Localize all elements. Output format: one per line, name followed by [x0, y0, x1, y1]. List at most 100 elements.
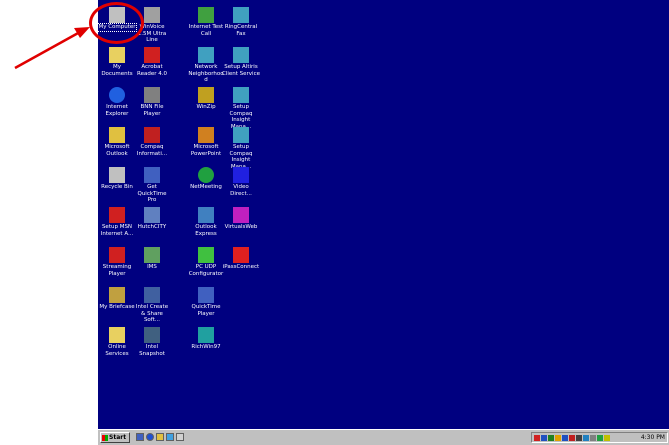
tray-icon[interactable]	[548, 434, 554, 441]
outlook-quicklaunch-icon[interactable]	[156, 433, 164, 441]
desktop-icon-label: Intel Create & Share Soft...	[135, 304, 169, 323]
desktop-icon-label: RingCentral Fax	[224, 24, 258, 37]
compaq-icon	[144, 127, 160, 143]
config-icon	[198, 247, 214, 263]
desktop-icon[interactable]: IMS	[133, 246, 171, 290]
desktop-icon[interactable]: Online Services	[98, 326, 136, 370]
player-icon	[144, 87, 160, 103]
tray-icon[interactable]	[534, 434, 540, 441]
desktop-icon-label: VirtualsWeb	[224, 224, 258, 230]
desktop-icon-label: My Documents	[101, 64, 133, 77]
recycle-bin-icon	[109, 167, 125, 183]
tray-icon[interactable]	[604, 434, 610, 441]
desktop-icon[interactable]: RingCentral Fax	[222, 6, 260, 50]
quicktime-icon	[144, 167, 160, 183]
annotation-arrow	[14, 27, 90, 70]
ipass-icon	[233, 247, 249, 263]
desktop-icon[interactable]: Get QuickTime Pro	[133, 166, 171, 210]
acrobat-icon	[144, 47, 160, 63]
hutchcity-icon	[144, 207, 160, 223]
desktop-icon[interactable]: Setup Altiris Client Service	[222, 46, 260, 90]
desktop-icon[interactable]: Video Direct...	[222, 166, 260, 210]
tray-icon[interactable]	[597, 434, 603, 441]
netmeeting-icon	[198, 167, 214, 183]
desktop-icon[interactable]: Outlook Express	[187, 206, 225, 250]
speaker-icon[interactable]	[590, 434, 596, 441]
web-icon	[233, 207, 249, 223]
desktop-icon[interactable]: Internet Test Call	[187, 6, 225, 50]
folder-icon	[109, 327, 125, 343]
desktop[interactable]: My Computer WinVoice 1.5M Ultra Line Inter…	[98, 0, 669, 429]
ims-icon	[144, 247, 160, 263]
desktop-icon-label: Setup MSN Internet A...	[100, 224, 134, 237]
quicktime-icon	[198, 287, 214, 303]
desktop-icon[interactable]: RichWin97	[187, 326, 225, 370]
desktop-icon[interactable]: QuickTime Player	[187, 286, 225, 330]
desktop-icon[interactable]: BNN File Player	[133, 86, 171, 130]
desktop-icon[interactable]: Network Neighborhood	[187, 46, 225, 90]
desktop-icon[interactable]: NetMeeting	[187, 166, 225, 210]
desktop-icon-label: Get QuickTime Pro	[137, 184, 167, 203]
start-button[interactable]: Start	[100, 432, 130, 443]
outlook-express-icon	[198, 207, 214, 223]
desktop-icon[interactable]: Setup Compaq Insight Mana...	[222, 126, 260, 170]
desktop-icon-label: Recycle Bin	[101, 184, 133, 190]
desktop-icon[interactable]: Microsoft PowerPoint	[187, 126, 225, 170]
msn-icon	[109, 207, 125, 223]
desktop-icon[interactable]: My Documents	[98, 46, 136, 90]
ultra-line-icon	[144, 7, 160, 23]
desktop-icon-label: NetMeeting	[190, 184, 222, 190]
start-label: Start	[109, 434, 127, 441]
tray-icon[interactable]	[569, 434, 575, 441]
tray-icon[interactable]	[562, 434, 568, 441]
fax-icon	[233, 7, 249, 23]
clock[interactable]: 4:30 PM	[641, 434, 665, 441]
desktop-icon[interactable]: My Briefcase	[98, 286, 136, 330]
desktop-icon-label: Acrobat Reader 4.0	[137, 64, 167, 77]
taskbar: Start 4:30 PM	[98, 429, 669, 445]
desktop-icon[interactable]: Recycle Bin	[98, 166, 136, 210]
desktop-icon[interactable]: Compaq Informati...	[133, 126, 171, 170]
network-icon	[198, 47, 214, 63]
desktop-icon-label: PC UDP Configurator	[188, 264, 224, 277]
system-tray: 4:30 PM	[531, 432, 668, 443]
show-desktop-icon[interactable]	[136, 433, 144, 441]
desktop-icon-label: iPassConnect	[222, 264, 260, 270]
desktop-icon[interactable]: Acrobat Reader 4.0	[133, 46, 171, 90]
desktop-icon[interactable]: PC UDP Configurator	[187, 246, 225, 290]
desktop-icon[interactable]: Intel Create & Share Soft...	[133, 286, 171, 330]
quick-launch	[136, 432, 184, 443]
app-quicklaunch-icon[interactable]	[176, 433, 184, 441]
desktop-icon[interactable]: HutchCITY	[133, 206, 171, 250]
desktop-icon[interactable]: Setup MSN Internet A...	[98, 206, 136, 250]
video-icon	[233, 167, 249, 183]
setup-icon	[233, 87, 249, 103]
setup-icon	[233, 127, 249, 143]
outlook-icon	[109, 127, 125, 143]
ie-quicklaunch-icon[interactable]	[146, 433, 154, 441]
desktop-icon-label: My Briefcase	[99, 304, 135, 310]
snapshot-icon	[144, 327, 160, 343]
desktop-icon-label: Compaq Informati...	[136, 144, 168, 157]
tray-icon[interactable]	[576, 434, 582, 441]
tray-icon[interactable]	[583, 434, 589, 441]
tray-icon[interactable]	[541, 434, 547, 441]
desktop-icon[interactable]: iPassConnect	[222, 246, 260, 290]
desktop-icon-label: IMS	[147, 264, 157, 270]
desktop-icon[interactable]: WinZip	[187, 86, 225, 130]
tray-icon[interactable]	[555, 434, 561, 441]
desktop-icon-label: Internet Explorer	[105, 104, 129, 117]
desktop-icon[interactable]: Microsoft Outlook	[98, 126, 136, 170]
folder-icon	[109, 47, 125, 63]
desktop-icon[interactable]: Setup Compaq Insight Mana...	[222, 86, 260, 130]
desktop-icon[interactable]: VirtualsWeb	[222, 206, 260, 250]
streaming-icon	[109, 247, 125, 263]
desktop-icon-label: BNN File Player	[140, 104, 164, 117]
desktop-icon[interactable]: Streaming Player	[98, 246, 136, 290]
desktop-icon[interactable]: Intel Snapshot	[133, 326, 171, 370]
richwin-icon	[198, 327, 214, 343]
intel-icon	[144, 287, 160, 303]
channels-quicklaunch-icon[interactable]	[166, 433, 174, 441]
desktop-icon-label: HutchCITY	[137, 224, 167, 230]
desktop-icon[interactable]: Internet Explorer	[98, 86, 136, 130]
